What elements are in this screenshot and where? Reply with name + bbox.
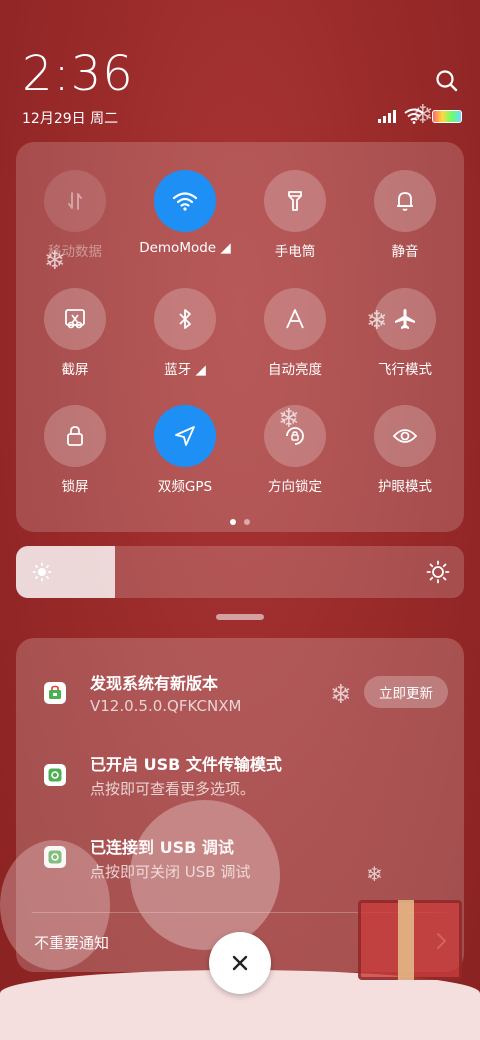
tile-silent[interactable]: 静音 [350,170,460,260]
flashlight-icon [264,170,326,232]
tile-label: 护眼模式 [378,479,432,495]
bell-icon [374,170,436,232]
screenshot-icon [44,288,106,350]
auto-brightness-icon [264,288,326,350]
tile-label: 方向锁定 [268,479,322,495]
settings-app-icon [44,764,66,786]
rotation-lock-icon [264,405,326,467]
tile-label: 双频GPS [157,479,213,495]
tile-bluetooth[interactable]: 蓝牙 ◢ [130,288,240,378]
tile-label: 自动亮度 [268,362,322,378]
snowman-decoration [0,840,110,970]
tile-flashlight[interactable]: 手电筒 [240,170,350,260]
notification-title: 已开启 USB 文件传输模式 [90,755,282,774]
close-button[interactable] [209,932,271,994]
quick-settings-panel: 移动数据 DemoMode ◢ 手电筒 静音 截屏 蓝牙 ◢ 自动亮度 飞行模式… [16,142,464,532]
drag-handle[interactable] [216,614,264,620]
lock-icon [44,405,106,467]
bluetooth-icon [154,288,216,350]
gift-ribbon-decoration [398,900,414,980]
brightness-fill [16,546,115,598]
notification-title: 发现系统有新版本 [90,674,219,693]
eye-icon [374,405,436,467]
tile-rotation-lock[interactable]: 方向锁定 [240,405,350,495]
tile-gps[interactable]: 双频GPS [130,405,240,495]
tile-airplane[interactable]: 飞行模式 [350,288,460,378]
tile-label: 蓝牙 ◢ [164,362,206,378]
search-icon[interactable] [434,68,460,94]
page-dot [230,519,236,525]
tile-label: 截屏 [61,362,89,378]
tile-label: 静音 [391,244,419,260]
status-icons [378,108,462,124]
tile-label: 手电筒 [274,244,316,260]
gps-icon [154,405,216,467]
tile-mobile-data[interactable]: 移动数据 [20,170,130,260]
tile-eye-mode[interactable]: 护眼模式 [350,405,460,495]
brightness-high-icon [426,560,450,584]
tile-wifi[interactable]: DemoMode ◢ [130,170,240,256]
page-dot [244,519,250,525]
tile-screenshot[interactable]: 截屏 [20,288,130,378]
page-indicator [16,519,464,525]
tile-auto-brightness[interactable]: 自动亮度 [240,288,350,378]
update-now-button[interactable]: 立即更新 [364,676,448,708]
date: 12月29日 周二 [22,111,119,127]
tile-lock-screen[interactable]: 锁屏 [20,405,130,495]
tile-label: 移动数据 [48,244,102,260]
notification-system-update[interactable]: 发现系统有新版本 V12.0.5.0.QFKCNXM 立即更新 [16,638,464,738]
notification-subtitle: 点按即可查看更多选项。 [90,780,256,798]
tile-label: 锁屏 [61,479,89,495]
battery-icon [432,109,462,123]
signal-icon [378,109,396,123]
tile-label: 飞行模式 [378,362,432,378]
wifi-status-icon [404,108,424,124]
mobile-data-icon [44,170,106,232]
airplane-icon [374,288,436,350]
tile-label: DemoMode ◢ [139,240,231,256]
snowman-decoration [130,800,280,950]
close-icon [232,955,248,971]
brightness-slider[interactable] [16,546,464,598]
system-update-icon [44,682,66,704]
wifi-icon [154,170,216,232]
notification-subtitle: V12.0.5.0.QFKCNXM [90,697,242,715]
brightness-low-icon [32,562,52,582]
clock: 2:36 [22,46,134,102]
